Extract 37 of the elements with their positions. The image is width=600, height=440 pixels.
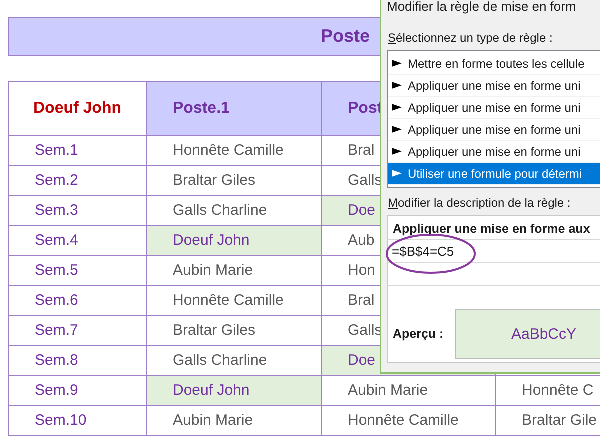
table-cell: Honnête Camille xyxy=(322,406,496,436)
preview-label: Aperçu : xyxy=(393,327,445,341)
table-cell: Aubin Marie xyxy=(147,256,322,286)
arrow-icon xyxy=(392,148,402,155)
rule-type-item[interactable]: Mettre en forme toutes les cellule xyxy=(388,53,600,75)
table-cell: Aubin Marie xyxy=(322,376,496,406)
rule-type-item[interactable]: Appliquer une mise en forme uni xyxy=(388,97,600,119)
arrow-icon xyxy=(392,60,402,67)
column-header: Poste.1 xyxy=(147,82,322,136)
arrow-icon xyxy=(392,126,402,133)
row-label: Sem.2 xyxy=(9,166,147,196)
rule-type-label: Sélectionnez un type de règle : xyxy=(388,31,554,45)
row-label: Sem.1 xyxy=(9,136,147,166)
row-label: Sem.10 xyxy=(9,406,147,436)
row-label: Sem.7 xyxy=(9,316,147,346)
table-cell: Braltar Giles xyxy=(147,166,322,196)
table-cell: Doeuf John xyxy=(147,226,322,256)
rule-type-item[interactable]: Utiliser une formule pour détermi xyxy=(388,163,600,185)
dialog-title: Modifier la règle de mise en form xyxy=(387,0,578,16)
arrow-icon xyxy=(392,82,402,89)
rule-type-item[interactable]: Appliquer une mise en forme uni xyxy=(388,75,600,97)
table-cell: Honnête Camille xyxy=(147,286,322,316)
format-preview: AaBbCcY xyxy=(455,309,600,359)
table-cell: Honnête C xyxy=(496,376,600,406)
table-cell: Honnête Camille xyxy=(147,136,322,166)
table-cell: Doeuf John xyxy=(147,376,322,406)
row-label: Sem.6 xyxy=(9,286,147,316)
table-cell: Braltar Gile xyxy=(496,406,600,436)
row-label: Sem.5 xyxy=(9,256,147,286)
rule-type-item[interactable]: Appliquer une mise en forme uni xyxy=(388,119,600,141)
row-label: Sem.8 xyxy=(9,346,147,376)
row-label: Sem.3 xyxy=(9,196,147,226)
arrow-icon xyxy=(392,170,402,177)
table-cell: Braltar Giles xyxy=(147,316,322,346)
corner-header: Doeuf John xyxy=(9,82,147,136)
table-cell: Aubin Marie xyxy=(147,406,322,436)
arrow-icon xyxy=(392,104,402,111)
